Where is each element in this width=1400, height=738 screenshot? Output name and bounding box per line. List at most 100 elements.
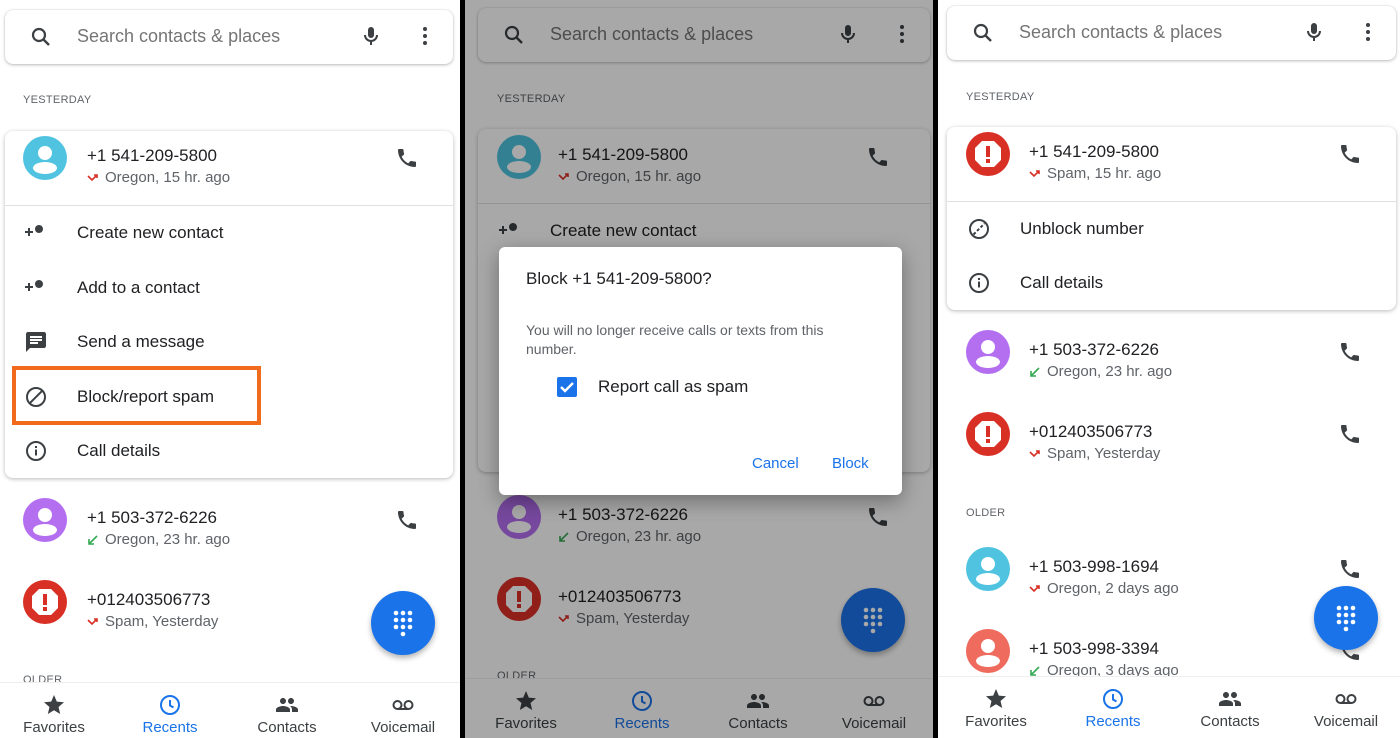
star-icon <box>984 687 1008 711</box>
missed-call-icon <box>1029 167 1041 179</box>
menu-item-label: Call details <box>77 441 161 460</box>
spam-avatar-icon[interactable] <box>966 132 1010 176</box>
menu-item-label: Create new contact <box>77 223 224 242</box>
call-number: +1 503-998-1694 <box>1029 557 1159 576</box>
nav-label: Recents <box>142 719 198 736</box>
dialpad-icon <box>393 610 413 637</box>
phone-call-icon[interactable] <box>1338 557 1362 581</box>
people-icon <box>1218 687 1242 711</box>
spam-avatar-icon[interactable] <box>966 412 1010 456</box>
person-add-icon <box>24 276 48 300</box>
block-button[interactable]: Block <box>832 455 869 472</box>
more-vert-icon[interactable] <box>1356 20 1380 44</box>
dialog-title: Block +1 541-209-5800? <box>526 269 712 288</box>
menu-item-create-new-contact[interactable]: Create new contact <box>5 206 453 260</box>
voicemail-icon <box>391 693 415 717</box>
received-call-icon <box>1029 365 1041 377</box>
highlight-box <box>12 366 261 425</box>
phone-call-icon[interactable] <box>395 508 419 532</box>
people-icon <box>275 693 299 717</box>
call-number: +1 541-209-5800 <box>87 146 217 165</box>
nav-voicemail[interactable]: Voicemail <box>1296 677 1396 733</box>
call-number: +012403506773 <box>1029 422 1153 441</box>
nav-favorites[interactable]: Favorites <box>4 683 104 738</box>
mic-icon[interactable] <box>1302 20 1326 44</box>
menu-item-label: Call details <box>1020 273 1104 292</box>
clock-icon <box>1101 687 1125 711</box>
section-yesterday: YESTERDAY <box>966 91 1035 103</box>
menu-item-label: Send a message <box>77 332 205 351</box>
phone-call-icon[interactable] <box>1338 340 1362 364</box>
call-detail: Oregon, 23 hr. ago <box>105 531 231 548</box>
nav-voicemail[interactable]: Voicemail <box>353 683 453 738</box>
missed-call-icon <box>87 615 99 627</box>
call-detail: Spam, Yesterday <box>105 613 219 630</box>
report-spam-checkbox[interactable] <box>557 377 577 397</box>
search-icon[interactable] <box>29 25 53 49</box>
received-call-icon <box>1029 664 1041 676</box>
bottom-nav: Favorites Recents Contacts Voicemail <box>0 682 460 738</box>
contact-avatar-icon[interactable] <box>966 330 1010 374</box>
nav-label: Contacts <box>1200 713 1260 730</box>
contact-avatar-icon[interactable] <box>23 498 67 542</box>
nav-contacts[interactable]: Contacts <box>1180 677 1280 733</box>
nav-label: Favorites <box>23 719 85 736</box>
search-icon[interactable] <box>971 21 995 45</box>
unblock-icon <box>967 217 991 241</box>
nav-favorites[interactable]: Favorites <box>946 677 1046 733</box>
missed-call-icon <box>1029 447 1041 459</box>
nav-label: Contacts <box>257 719 317 736</box>
nav-label: Recents <box>1085 713 1141 730</box>
menu-item-call-details[interactable]: Call details <box>947 256 1396 310</box>
call-number: +1 503-998-3394 <box>1029 639 1159 658</box>
nav-recents[interactable]: Recents <box>120 683 220 738</box>
phone-call-icon[interactable] <box>395 146 419 170</box>
phone-call-icon[interactable] <box>1338 142 1362 166</box>
search-bar[interactable]: Search contacts & places <box>5 10 453 64</box>
dialpad-button[interactable] <box>371 591 435 655</box>
nav-label: Favorites <box>965 713 1027 730</box>
person-add-icon <box>24 221 48 245</box>
message-icon <box>24 330 48 354</box>
menu-item-unblock-number[interactable]: Unblock number <box>947 202 1396 256</box>
contact-avatar-icon[interactable] <box>966 629 1010 673</box>
block-dialog: Block +1 541-209-5800? You will no longer… <box>499 247 902 495</box>
phone-call-icon[interactable] <box>1338 422 1362 446</box>
info-icon <box>24 439 48 463</box>
nav-contacts[interactable]: Contacts <box>237 683 337 738</box>
dialpad-button[interactable] <box>1314 586 1378 650</box>
clock-icon <box>158 693 182 717</box>
search-bar[interactable]: Search contacts & places <box>947 6 1396 60</box>
menu-item-call-details[interactable]: Call details <box>5 424 453 478</box>
spam-avatar-icon[interactable] <box>23 580 67 624</box>
missed-call-icon <box>1029 582 1041 594</box>
menu-item-label: Unblock number <box>1020 219 1144 238</box>
star-icon <box>42 693 66 717</box>
menu-item-add-to-a-contact[interactable]: Add to a contact <box>5 261 453 315</box>
checkbox-label: Report call as spam <box>598 377 749 396</box>
call-number: +1 503-372-6226 <box>1029 340 1159 359</box>
voicemail-icon <box>1334 687 1358 711</box>
received-call-icon <box>87 533 99 545</box>
call-number: +1 541-209-5800 <box>1029 142 1159 161</box>
screen-block-dialog: Search contacts & places YESTERDAY +1 541-… <box>465 0 933 738</box>
call-detail: Spam, Yesterday <box>1047 445 1161 462</box>
search-input[interactable]: Search contacts & places <box>1019 22 1222 43</box>
nav-label: Voicemail <box>370 719 436 736</box>
nav-label: Voicemail <box>1313 713 1379 730</box>
contact-avatar-icon[interactable] <box>966 547 1010 591</box>
cancel-button[interactable]: Cancel <box>752 455 799 472</box>
menu-item-send-a-message[interactable]: Send a message <box>5 315 453 369</box>
search-input[interactable]: Search contacts & places <box>77 26 280 47</box>
more-vert-icon[interactable] <box>413 24 437 48</box>
missed-call-icon <box>87 171 99 183</box>
section-older: OLDER <box>966 507 1006 519</box>
screen-blocked: Search contacts & places YESTERDAY +1 541-… <box>938 0 1400 738</box>
nav-recents[interactable]: Recents <box>1063 677 1163 733</box>
section-yesterday: YESTERDAY <box>23 94 92 106</box>
mic-icon[interactable] <box>359 24 383 48</box>
dialpad-icon <box>1336 605 1356 632</box>
contact-avatar-icon[interactable] <box>23 136 67 180</box>
call-number: +012403506773 <box>87 590 211 609</box>
dialog-body: You will no longer receive calls or text… <box>526 322 824 357</box>
